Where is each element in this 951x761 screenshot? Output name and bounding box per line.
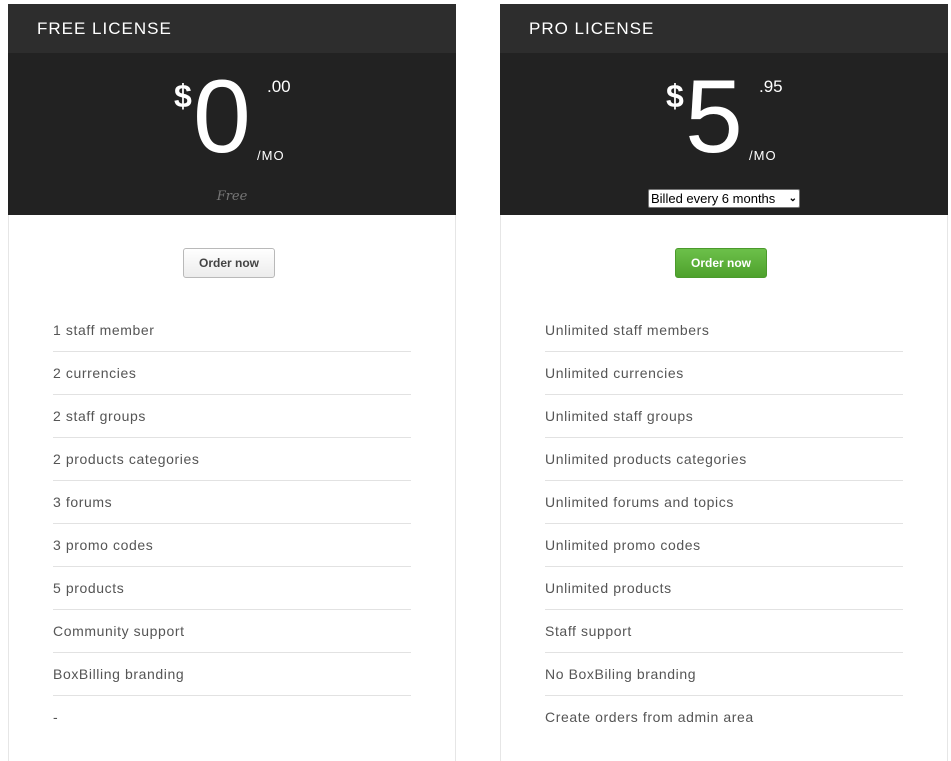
pro-plan-card: PRO LICENSE $ 5 .95 /MO Billed every 6 m…	[500, 4, 948, 761]
feature-item: 3 forums	[53, 481, 411, 524]
billing-period-value: Billed every 6 months	[651, 191, 776, 206]
feature-item: 2 products categories	[53, 438, 411, 481]
feature-item: BoxBilling branding	[53, 653, 411, 696]
price-box: $ 5 .95 /MO Billed every 6 months ⌄	[500, 53, 948, 215]
feature-item: 1 staff member	[53, 309, 411, 352]
chevron-down-icon: ⌄	[788, 193, 797, 204]
feature-item: -	[53, 709, 59, 725]
feature-item: No BoxBiling branding	[545, 653, 903, 696]
price-amount: 5	[685, 59, 743, 175]
billing-note: Free	[216, 189, 248, 204]
plan-title: FREE LICENSE	[8, 4, 456, 53]
price-box: $ 0 .00 /MO Free	[8, 53, 456, 215]
feature-item: 2 staff groups	[53, 395, 411, 438]
feature-item: Create orders from admin area	[545, 709, 754, 725]
currency-symbol: $	[666, 78, 684, 114]
feature-item: Unlimited staff members	[545, 309, 903, 352]
feature-item: 2 currencies	[53, 352, 411, 395]
billing-period-select[interactable]: Billed every 6 months ⌄	[648, 189, 800, 208]
price-period: /MO	[749, 148, 777, 163]
feature-item: 5 products	[53, 567, 411, 610]
feature-item: Unlimited staff groups	[545, 395, 903, 438]
pro-order-button[interactable]: Order now	[675, 248, 767, 278]
free-plan-card: FREE LICENSE $ 0 .00 /MO Free Order now …	[8, 4, 456, 761]
feature-item: Unlimited products	[545, 567, 903, 610]
price-amount: 0	[193, 59, 251, 175]
feature-list: 1 staff member 2 currencies 2 staff grou…	[53, 309, 411, 739]
price-cents: .95	[759, 77, 783, 96]
price-period: /MO	[257, 148, 285, 163]
feature-item: Unlimited currencies	[545, 352, 903, 395]
feature-item: Unlimited promo codes	[545, 524, 903, 567]
feature-item: Staff support	[545, 610, 903, 653]
free-order-button[interactable]: Order now	[183, 248, 275, 278]
price-cents: .00	[267, 77, 291, 96]
feature-item: Unlimited forums and topics	[545, 481, 903, 524]
feature-item: 3 promo codes	[53, 524, 411, 567]
feature-item: Unlimited products categories	[545, 438, 903, 481]
plan-title: PRO LICENSE	[500, 4, 948, 53]
feature-list: Unlimited staff members Unlimited curren…	[545, 309, 903, 739]
currency-symbol: $	[174, 78, 192, 114]
feature-item: Community support	[53, 610, 411, 653]
